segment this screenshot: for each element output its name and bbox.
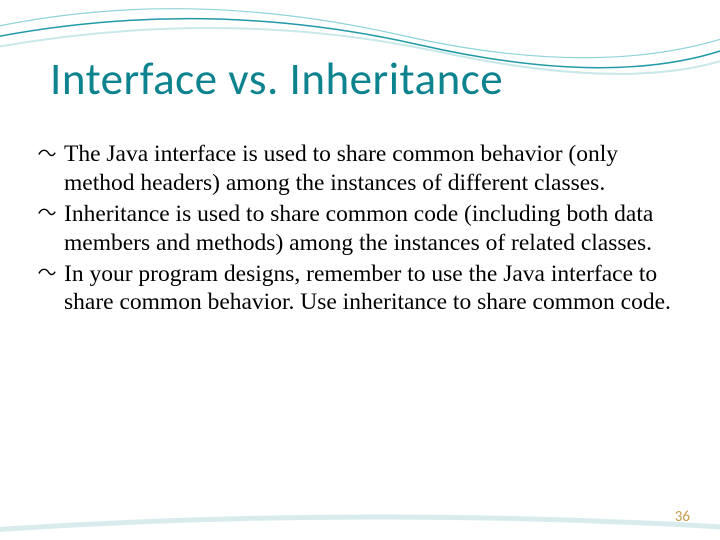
bullet-text: In your program designs, remember to use… — [64, 261, 671, 316]
slide: Interface vs. Inheritance The Java inter… — [0, 0, 720, 540]
bullet-text: Inheritance is used to share common code… — [64, 201, 653, 256]
bullet-item: In your program designs, remember to use… — [38, 260, 680, 318]
slide-title: Interface vs. Inheritance — [50, 52, 503, 107]
bullet-item: Inheritance is used to share common code… — [38, 200, 680, 258]
bullet-item: The Java interface is used to share comm… — [38, 140, 680, 198]
slide-content: The Java interface is used to share comm… — [38, 140, 680, 319]
page-number: 36 — [675, 508, 690, 526]
bullet-text: The Java interface is used to share comm… — [64, 141, 618, 196]
decorative-bottom-curve — [0, 500, 720, 540]
